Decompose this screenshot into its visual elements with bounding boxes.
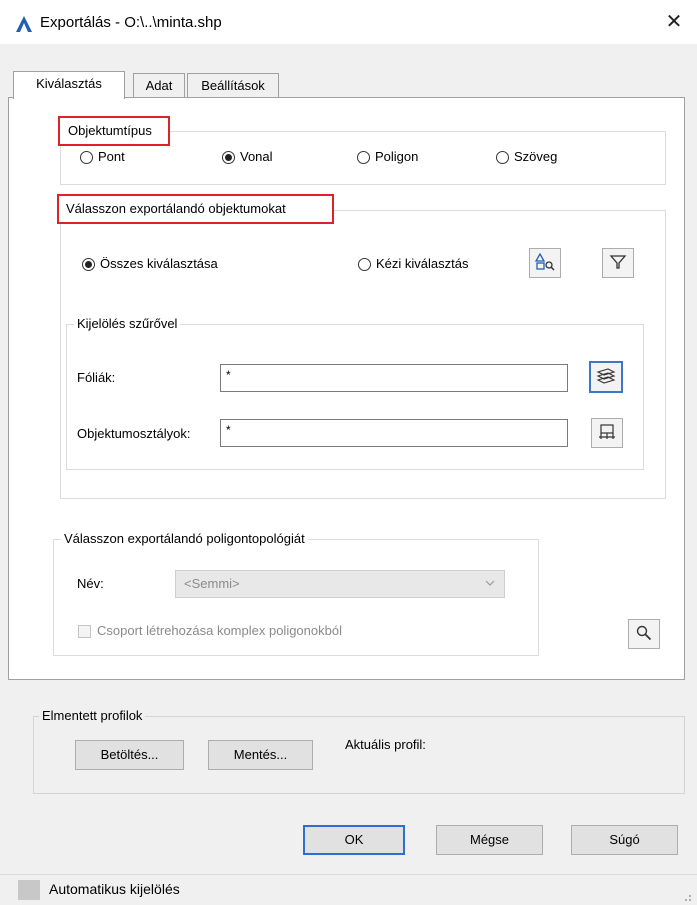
topology-title: Válasszon exportálandó poligontopológiát	[61, 531, 308, 546]
layers-icon	[595, 366, 617, 389]
layers-button[interactable]	[589, 361, 623, 393]
profiles-title: Elmentett profilok	[39, 708, 146, 723]
radio-pont-label[interactable]: Pont	[98, 149, 125, 164]
manual-select-label[interactable]: Kézi kiválasztás	[376, 256, 468, 271]
quick-select-icon	[534, 252, 556, 275]
topology-name-select[interactable]: <Semmi>	[175, 570, 505, 598]
layers-label: Fóliák:	[77, 370, 116, 385]
status-text: Automatikus kijelölés	[49, 881, 180, 897]
filter-group	[66, 324, 644, 470]
resize-grip-icon[interactable]	[680, 890, 692, 902]
classes-label: Objektumosztályok:	[77, 426, 191, 441]
name-label: Név:	[77, 576, 104, 591]
app-logo-icon	[14, 14, 34, 34]
object-type-title: Objektumtípus	[65, 123, 155, 138]
status-toggle-icon[interactable]	[18, 880, 40, 900]
save-profile-button[interactable]: Mentés...	[208, 740, 313, 770]
object-classes-button[interactable]	[591, 418, 623, 448]
radio-poligon[interactable]	[357, 151, 370, 164]
layers-input[interactable]: *	[220, 364, 568, 392]
current-profile-label: Aktuális profil:	[345, 737, 426, 752]
magnify-icon	[635, 624, 653, 645]
filter-button[interactable]	[602, 248, 634, 278]
window-title: Exportálás - O:\..\minta.shp	[40, 14, 222, 31]
radio-vonal-label[interactable]: Vonal	[240, 149, 273, 164]
tab-beallitasok[interactable]: Beállítások	[187, 73, 279, 97]
quick-select-button[interactable]	[529, 248, 561, 278]
radio-select-all[interactable]	[82, 258, 95, 271]
filter-group-title: Kijelölés szűrővel	[74, 316, 181, 331]
ok-button[interactable]: OK	[303, 825, 405, 855]
radio-vonal[interactable]	[222, 151, 235, 164]
dropdown-chevron-icon	[484, 577, 496, 592]
select-all-label[interactable]: Összes kiválasztása	[100, 256, 218, 271]
radio-szoveg-label[interactable]: Szöveg	[514, 149, 557, 164]
select-objects-title: Válasszon exportálandó objektumokat	[63, 201, 289, 216]
load-profile-button[interactable]: Betöltés...	[75, 740, 184, 770]
radio-poligon-label[interactable]: Poligon	[375, 149, 418, 164]
object-classes-icon	[597, 423, 617, 444]
tab-kivalasztas[interactable]: Kiválasztás	[13, 71, 125, 99]
radio-manual-select[interactable]	[358, 258, 371, 271]
tab-adat[interactable]: Adat	[133, 73, 185, 97]
classes-input[interactable]: *	[220, 419, 568, 447]
radio-pont[interactable]	[80, 151, 93, 164]
complex-polygon-checkbox[interactable]	[78, 625, 91, 638]
complex-polygon-label[interactable]: Csoport létrehozása komplex poligonokból	[97, 623, 342, 638]
filter-funnel-icon	[609, 253, 627, 274]
radio-szoveg[interactable]	[496, 151, 509, 164]
topology-name-value: <Semmi>	[184, 576, 240, 591]
help-button[interactable]: Súgó	[571, 825, 678, 855]
cancel-button[interactable]: Mégse	[436, 825, 543, 855]
magnify-button[interactable]	[628, 619, 660, 649]
close-icon[interactable]: ✕	[662, 10, 686, 34]
